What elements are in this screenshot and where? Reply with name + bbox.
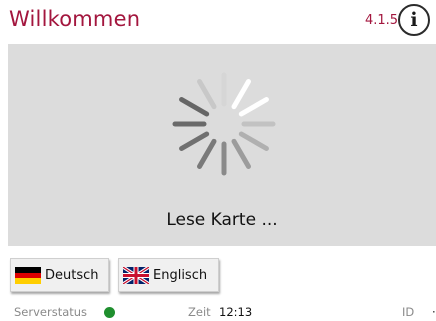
spinner-spoke [197, 138, 217, 169]
language-button-englisch[interactable]: Englisch [118, 258, 219, 292]
uk-flag-icon [123, 266, 149, 284]
spinner-spoke [231, 79, 251, 110]
status-footer: Serverstatus Zeit 12:13 ID · [0, 303, 436, 321]
spinner-spoke [197, 79, 217, 110]
info-button[interactable]: i [398, 4, 430, 36]
language-button-deutsch[interactable]: Deutsch [10, 258, 109, 292]
header-bar: Willkommen 4.1.5 i [0, 0, 436, 44]
spinner-spoke [179, 97, 210, 117]
time-label: Zeit [188, 305, 211, 319]
id-value: · [432, 305, 436, 319]
spinner-spoke [179, 131, 210, 151]
status-message: Lese Karte ... [166, 210, 278, 230]
loading-spinner-icon [172, 72, 276, 176]
id-label: ID [402, 305, 415, 319]
language-label: Englisch [153, 267, 208, 283]
spinner-spoke [238, 97, 269, 117]
version-label: 4.1.5 [365, 13, 399, 28]
server-status-label: Serverstatus [14, 305, 88, 319]
time-value: 12:13 [219, 305, 253, 319]
german-flag-icon [15, 266, 41, 284]
spinner-spoke [238, 131, 269, 151]
loading-panel: Lese Karte ... [8, 44, 436, 246]
spinner-spoke [231, 138, 251, 169]
page-title: Willkommen [9, 7, 141, 31]
language-label: Deutsch [45, 267, 99, 283]
server-status-indicator [104, 307, 115, 318]
